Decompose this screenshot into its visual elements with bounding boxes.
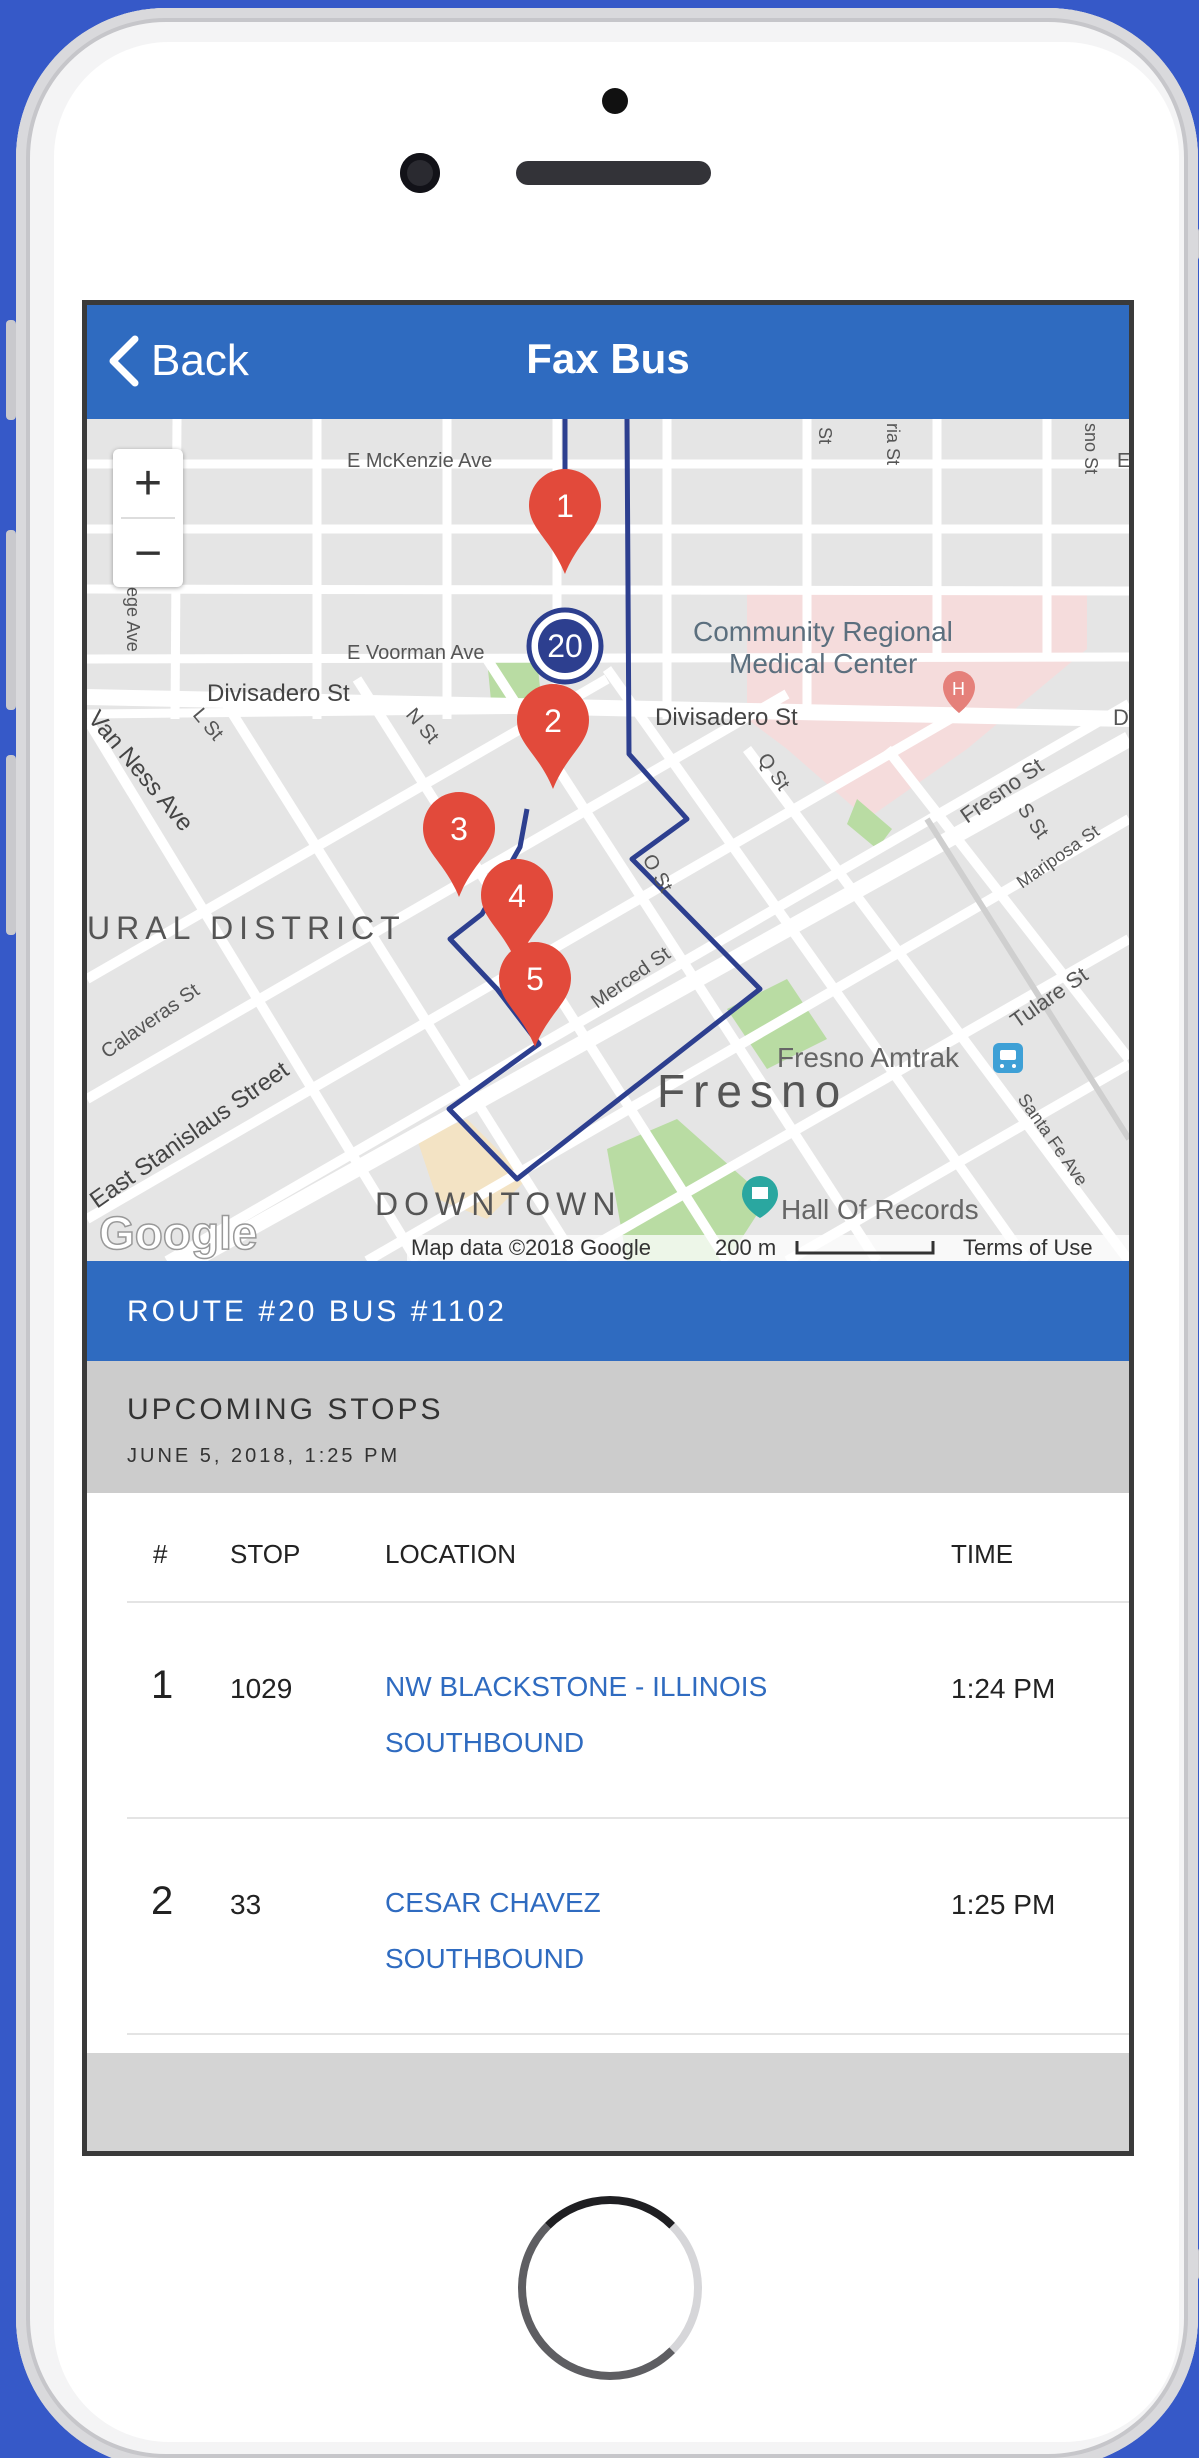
route-info-label: ROUTE #20 BUS #1102 [127,1295,507,1328]
street-label: sno St [1081,423,1101,474]
place-label: URAL DISTRICT [87,910,406,946]
upcoming-stops-title: UPCOMING STOPS [127,1393,444,1426]
svg-text:2: 2 [544,703,562,739]
zoom-control: + − [113,449,183,587]
stop-time: 1:24 PM [951,1673,1056,1704]
app-screen: Back Fax Bus E McKenzie Ave E Voorman Av… [82,300,1134,2156]
zoom-out-button[interactable]: − [113,519,183,587]
street-label: D [1113,705,1129,730]
column-header-number: # [153,1539,168,1569]
upcoming-stops-date: JUNE 5, 2018, 1:25 PM [127,1445,401,1467]
stop-id: 1029 [230,1673,293,1704]
train-icon [993,1043,1023,1073]
terms-of-use-link[interactable]: Terms of Use [963,1235,1093,1260]
earpiece-speaker [516,161,711,185]
place-label: Community Regional [693,616,953,647]
svg-text:5: 5 [526,961,544,997]
stop-location-name: CESAR CHAVEZ [385,1887,601,1918]
street-label: E Voorman Ave [347,642,485,664]
google-logo: Google [99,1207,257,1259]
stop-location-link[interactable]: CESAR CHAVEZ SOUTHBOUND [385,1875,601,1987]
stops-table: # STOP LOCATION TIME 1 1029 NW BLACKSTON… [87,1493,1129,2053]
map-data-attribution: Map data ©2018 Google [411,1235,651,1260]
zoom-in-button[interactable]: + [113,449,183,517]
svg-text:H: H [952,679,965,699]
stop-time: 1:25 PM [951,1889,1056,1920]
place-label: Fresno Amtrak [777,1042,960,1073]
table-divider [127,1817,1129,1819]
table-footer-area [87,2053,1129,2151]
street-label: Divisadero St [655,704,798,731]
stop-location-name: NW BLACKSTONE - ILLINOIS [385,1671,768,1702]
stop-order: 1 [151,1663,174,1707]
street-label: E McKenzie Ave [347,450,492,472]
table-divider [127,2033,1129,2035]
place-label: Medical Center [729,648,917,679]
mute-switch [6,320,16,420]
proximity-sensor [602,88,628,114]
place-label: Hall Of Records [781,1194,979,1225]
map-canvas[interactable]: E McKenzie Ave E Voorman Ave Divisadero … [87,419,1129,1261]
street-label: ria St [883,423,903,465]
front-camera [400,153,440,193]
page-title: Fax Bus [526,335,690,382]
street-label: E [1117,450,1129,472]
street-label: Divisadero St [207,680,350,707]
stop-location-direction: SOUTHBOUND [385,1943,585,1974]
stop-location-direction: SOUTHBOUND [385,1727,585,1758]
upcoming-stops-header: UPCOMING STOPS JUNE 5, 2018, 1:25 PM [87,1361,1129,1493]
map-scale-label: 200 m [715,1235,776,1260]
column-header-location: LOCATION [385,1539,516,1569]
table-divider [127,1601,1129,1603]
volume-down-button [6,755,16,935]
street-label: St [815,427,835,444]
stop-location-link[interactable]: NW BLACKSTONE - ILLINOIS SOUTHBOUND [385,1659,767,1771]
stop-id: 33 [230,1889,262,1920]
volume-up-button [6,530,16,710]
bus-number: 20 [547,628,583,664]
route-map[interactable]: E McKenzie Ave E Voorman Ave Divisadero … [87,419,1129,1261]
page-background: Back Fax Bus E McKenzie Ave E Voorman Av… [0,0,1199,2458]
stop-order: 2 [151,1879,174,1923]
place-label: DOWNTOWN [375,1186,621,1222]
navigation-bar: Back Fax Bus [87,305,1129,419]
svg-text:3: 3 [450,811,468,847]
svg-text:4: 4 [508,878,526,914]
column-header-time: TIME [951,1539,1014,1569]
route-info-bar: ROUTE #20 BUS #1102 [87,1261,1129,1361]
svg-text:1: 1 [556,488,574,524]
street-label: llege Ave [123,579,143,652]
column-header-stop: STOP [230,1539,301,1569]
bus-marker[interactable]: 20 [526,607,604,685]
home-button[interactable] [518,2196,702,2380]
